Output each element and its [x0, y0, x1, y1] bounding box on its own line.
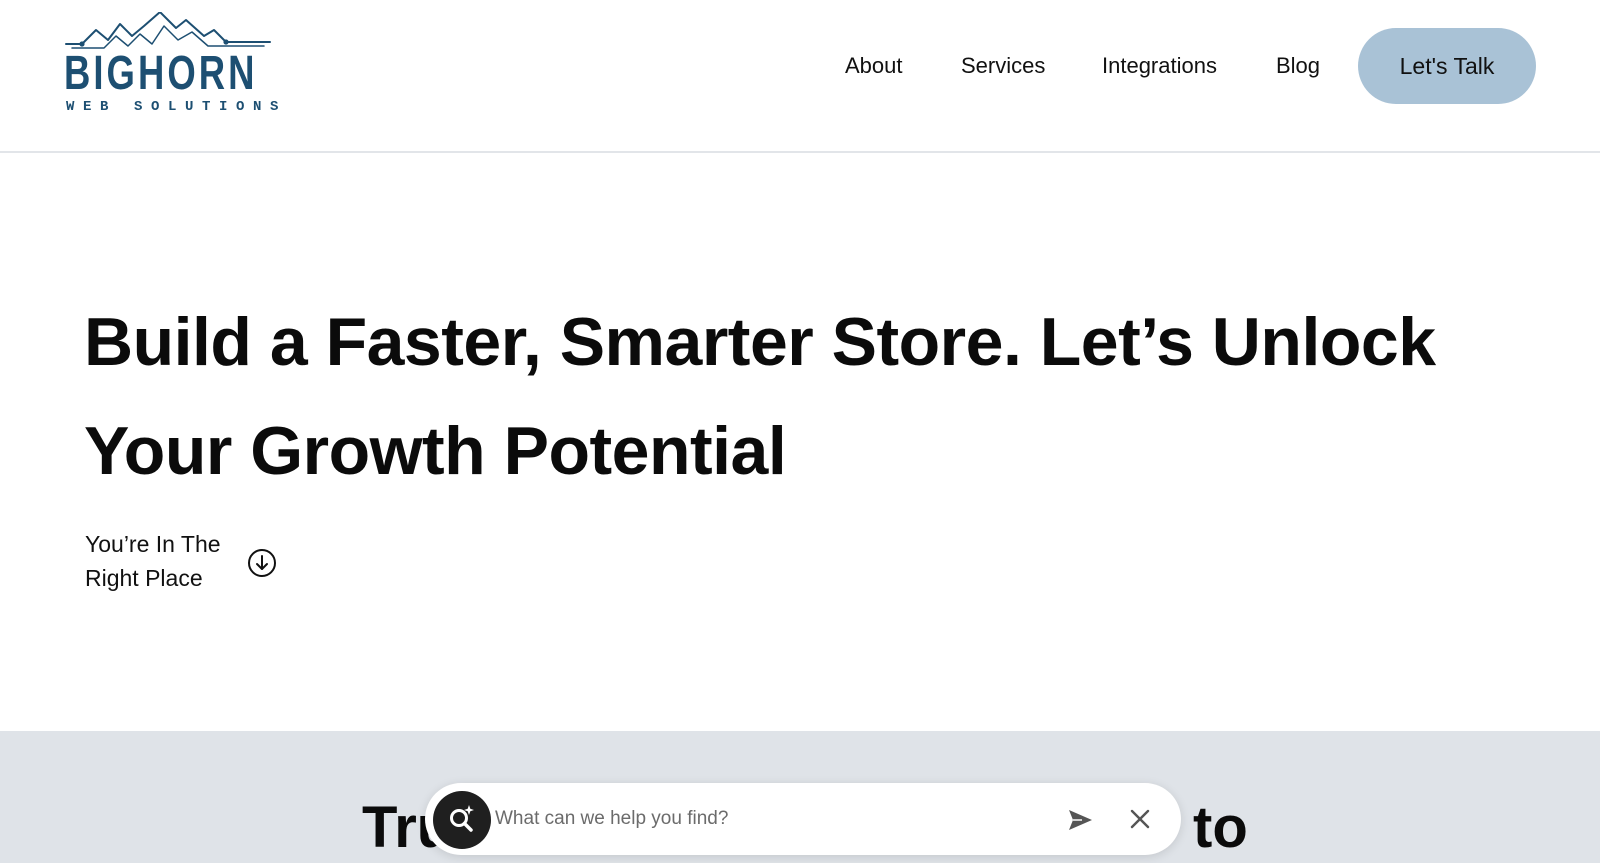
brand-logo[interactable]: BIGHORN WEB SOLUTIONS — [64, 12, 288, 118]
hero-subtitle: You’re In The Right Place — [85, 531, 221, 591]
send-icon[interactable] — [1065, 805, 1095, 835]
search-assistant-bar — [425, 783, 1181, 855]
page: BIGHORN WEB SOLUTIONS About Services Int… — [0, 0, 1600, 863]
nav-blog[interactable]: Blog — [1276, 50, 1320, 82]
ai-search-icon[interactable] — [433, 791, 491, 849]
lets-talk-button[interactable]: Let's Talk — [1358, 28, 1536, 104]
nav-about[interactable]: About — [845, 50, 903, 82]
nav-integrations[interactable]: Integrations — [1102, 50, 1217, 82]
brand-wordmark: BIGHORN — [64, 47, 258, 100]
site-header: BIGHORN WEB SOLUTIONS About Services Int… — [0, 0, 1600, 153]
hero-title: Build a Faster, Smarter Store. Let’s Unl… — [84, 304, 1436, 489]
arrow-down-circle-icon[interactable] — [247, 548, 277, 578]
nav-services[interactable]: Services — [961, 50, 1045, 82]
close-icon[interactable] — [1126, 805, 1154, 833]
search-input[interactable] — [495, 797, 1015, 841]
brand-tagline: WEB SOLUTIONS — [66, 99, 288, 115]
mountain-line-icon — [65, 12, 271, 49]
section-title-fragment-right: to — [1193, 795, 1248, 860]
